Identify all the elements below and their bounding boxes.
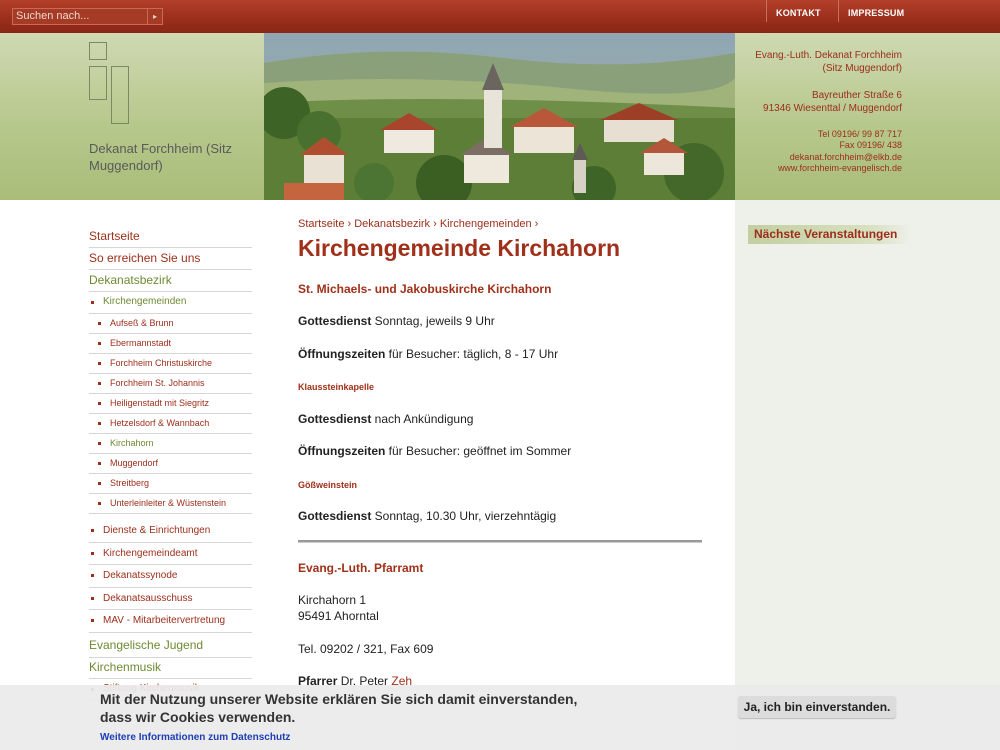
events-heading: Nächste Veranstaltungen: [748, 225, 911, 244]
nav-gemeinde-ebermannstadt[interactable]: Ebermannstadt: [89, 334, 252, 354]
search-input[interactable]: [13, 9, 148, 24]
nav-dekanatsbezirk[interactable]: Dekanatsbezirk: [89, 270, 252, 292]
nav-gemeinde-st-johannis[interactable]: Forchheim St. Johannis: [89, 374, 252, 394]
nav-gemeinde-aufsess[interactable]: Aufseß & Brunn: [89, 314, 252, 334]
header-village-photo: [264, 33, 735, 200]
nav-gemeinde-unterleinleiter[interactable]: Unterleinleiter & Wüstenstein: [89, 494, 252, 514]
nav-dienste[interactable]: Dienste & Einrichtungen: [89, 520, 252, 543]
section-heading-chapel: Klaussteinkapelle: [298, 382, 375, 392]
contact-tel: Tel 09196/ 99 87 717: [817, 129, 902, 139]
privacy-link[interactable]: Weitere Informationen zum Datenschutz: [100, 732, 290, 743]
nav-gemeinde-kirchahorn[interactable]: Kirchahorn: [89, 434, 252, 454]
contact-city: 91346 Wiesenttal / Muggendorf: [763, 103, 902, 114]
opening-hours-2: Öffnungszeiten für Besucher: geöffnet im…: [298, 444, 572, 458]
nav-mav[interactable]: MAV - Mitarbeitervertretung: [89, 610, 252, 633]
contact-email[interactable]: dekanat.forchheim@elkb.de: [740, 152, 902, 163]
contact-org: Evang.-Luth. Dekanat Forchheim: [755, 50, 902, 61]
nav-gemeinde-heiligenstadt[interactable]: Heiligenstadt mit Siegritz: [89, 394, 252, 414]
contact-web[interactable]: www.forchheim-evangelisch.de: [740, 163, 902, 174]
nav-dekanatssynode[interactable]: Dekanatssynode: [89, 565, 252, 588]
nav-gemeinde-christuskirche[interactable]: Forchheim Christuskirche: [89, 354, 252, 374]
top-bar: ▸ KONTAKT IMPRESSUM: [0, 0, 1000, 33]
search-submit-icon[interactable]: ▸: [147, 9, 162, 24]
service-time-2: Gottesdienst nach Ankündigung: [298, 412, 474, 426]
service-time-1: Gottesdienst Sonntag, jeweils 9 Uhr: [298, 314, 495, 328]
nav-kirchengemeindeamt[interactable]: Kirchengemeindeamt: [89, 543, 252, 566]
nav-dekanatsausschuss[interactable]: Dekanatsausschuss: [89, 588, 252, 611]
search-box: ▸: [12, 8, 163, 25]
address-line-1: Kirchahorn 1: [298, 593, 367, 607]
cookie-accept-button[interactable]: Ja, ich bin einverstanden.: [738, 696, 896, 718]
opening-hours-1: Öffnungszeiten für Besucher: täglich, 8 …: [298, 347, 559, 361]
nav-kirchengemeinden[interactable]: Kirchengemeinden: [89, 292, 252, 314]
phone-fax: Tel. 09202 / 321, Fax 609: [298, 642, 434, 656]
kontakt-link[interactable]: KONTAKT: [766, 0, 838, 22]
site-name: Dekanat Forchheim (Sitz Muggendorf): [89, 141, 233, 173]
header: Dekanat Forchheim (Sitz Muggendorf) Evan…: [0, 33, 1000, 200]
nav-gemeinde-streitberg[interactable]: Streitberg: [89, 474, 252, 494]
cookie-banner: Mit der Nutzung unserer Website erklären…: [0, 685, 1000, 750]
main-content: Startseite › Dekanatsbezirk › Kirchengem…: [264, 200, 735, 750]
impressum-link[interactable]: IMPRESSUM: [838, 0, 918, 22]
nav-gemeinde-hetzelsdorf[interactable]: Hetzelsdorf & Wannbach: [89, 414, 252, 434]
site-logo[interactable]: [88, 42, 130, 124]
nav-kirchenmusik[interactable]: Kirchenmusik: [89, 658, 252, 680]
section-heading-goessweinstein: Gößweinstein: [298, 480, 358, 490]
divider: [298, 540, 702, 543]
left-navigation: Startseite So erreichen Sie uns Dekanats…: [89, 226, 252, 702]
address-line-2: 95491 Ahorntal: [298, 609, 379, 623]
contact-block: Evang.-Luth. Dekanat Forchheim (Sitz Mug…: [740, 49, 902, 174]
right-sidebar: [735, 200, 1000, 750]
section-heading-church: St. Michaels- und Jakobuskirche Kirchaho…: [298, 282, 552, 296]
nav-anfahrt[interactable]: So erreichen Sie uns: [89, 248, 252, 270]
contact-fax: Fax 09196/ 438: [839, 140, 902, 151]
nav-startseite[interactable]: Startseite: [89, 226, 252, 248]
pfarramt-heading: Evang.-Luth. Pfarramt: [298, 561, 424, 575]
nav-gemeinde-muggendorf[interactable]: Muggendorf: [89, 454, 252, 474]
service-time-3: Gottesdienst Sonntag, 10.30 Uhr, vierzeh…: [298, 509, 557, 523]
nav-evangelische-jugend[interactable]: Evangelische Jugend: [89, 636, 252, 658]
cookie-message: Mit der Nutzung unserer Website erklären…: [100, 691, 578, 725]
contact-street: Bayreuther Straße 6: [811, 90, 902, 101]
page-title: Kirchengemeinde Kirchahorn: [298, 235, 621, 261]
breadcrumb[interactable]: Startseite › Dekanatsbezirk › Kirchengem…: [298, 218, 538, 230]
contact-org-sub: (Sitz Muggendorf): [822, 63, 902, 74]
